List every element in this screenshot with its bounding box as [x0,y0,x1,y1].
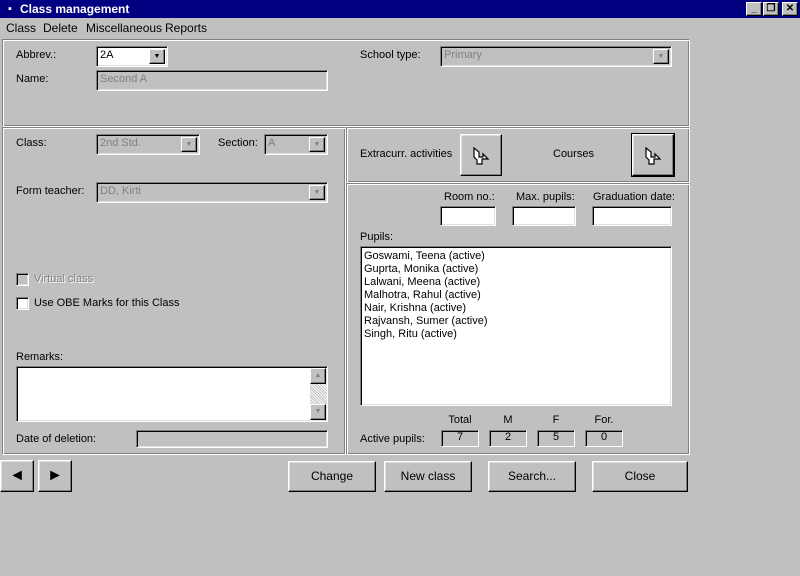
foreign-count: 0 [585,430,623,447]
close-button[interactable]: Close [592,461,688,492]
window-title: Class management [20,2,130,16]
room-no-label: Room no.: [444,191,495,203]
virtual-class-checkbox[interactable] [16,273,29,286]
close-window-button[interactable]: ✕ [782,2,798,16]
section-combo[interactable]: A ▼ [264,134,328,155]
chevron-down-icon[interactable]: ▼ [653,49,669,64]
max-pupils-field[interactable] [512,206,576,226]
name-field[interactable]: Second A [96,70,328,91]
courses-label: Courses [553,148,594,160]
pupils-label: Pupils: [360,231,394,243]
title-bar[interactable]: ▪ Class management _ ❐ ✕ [0,0,800,18]
chevron-down-icon[interactable]: ▼ [309,137,325,152]
list-item[interactable]: Goswami, Teena (active) [364,250,668,263]
name-label: Name: [16,73,49,85]
list-item[interactable]: Rajvansh, Sumer (active) [364,315,668,328]
remarks-scrollbar[interactable]: ▲ ▼ [310,368,326,420]
arrow-pointer-icon [473,146,490,165]
list-item[interactable]: Lalwani, Meena (active) [364,276,668,289]
arrow-pointer-icon [645,146,662,165]
male-header: M [503,414,513,426]
arrow-right-icon: ► [47,467,63,484]
school-type-value: Primary [444,49,482,61]
menu-delete[interactable]: Delete [43,21,78,35]
max-pupils-label: Max. pupils: [516,191,575,203]
chevron-down-icon[interactable]: ▼ [149,49,165,64]
extracurr-button[interactable] [460,134,502,176]
active-pupils-label: Active pupils: [360,433,425,445]
section-value: A [268,137,276,149]
menu-reports[interactable]: Reports [165,21,207,35]
abbrev-label: Abbrev.: [16,49,57,61]
school-type-combo[interactable]: Primary ▼ [440,46,672,67]
pupils-listbox[interactable]: Goswami, Teena (active) Guprta, Monika (… [360,246,672,406]
chevron-down-icon[interactable]: ▼ [309,185,325,200]
search-button[interactable]: Search... [488,461,576,492]
menu-miscellaneous[interactable]: Miscellaneous [86,21,162,35]
virtual-class-label: Virtual class [34,273,94,285]
change-button[interactable]: Change [288,461,376,492]
total-header: Total [448,414,472,426]
graduation-date-label: Graduation date: [593,191,675,203]
female-count: 5 [537,430,575,447]
room-no-field[interactable] [440,206,496,226]
remarks-textarea[interactable]: ▲ ▼ [16,366,328,422]
menu-class[interactable]: Class [6,21,36,35]
obe-marks-label: Use OBE Marks for this Class [34,297,180,309]
date-of-deletion-label: Date of deletion: [16,433,97,445]
obe-marks-checkbox[interactable] [16,297,29,310]
restore-button[interactable]: ❐ [763,2,779,16]
new-class-button[interactable]: New class [384,461,472,492]
foreign-header: For. [594,414,614,426]
form-teacher-label: Form teacher: [16,185,85,197]
list-item[interactable]: Malhotra, Rahul (active) [364,289,668,302]
minimize-button[interactable]: _ [746,2,762,16]
section-label: Section: [218,137,258,149]
date-of-deletion-field[interactable] [136,430,328,448]
total-count: 7 [441,430,479,447]
abbrev-combo[interactable]: 2A ▼ [96,46,168,67]
form-teacher-value: DD, Kirti [100,185,141,197]
scroll-up-icon[interactable]: ▲ [310,368,326,384]
menu-bar: Class Delete Miscellaneous Reports [0,18,800,38]
list-item[interactable]: Singh, Ritu (active) [364,328,668,341]
class-label: Class: [16,137,47,149]
next-record-button[interactable]: ► [38,460,72,492]
male-count: 2 [489,430,527,447]
courses-button[interactable] [631,133,675,177]
list-item[interactable]: Nair, Krishna (active) [364,302,668,315]
arrow-left-icon: ◄ [9,467,25,484]
graduation-date-field[interactable] [592,206,672,226]
chevron-down-icon[interactable]: ▼ [181,137,197,152]
remarks-label: Remarks: [16,351,64,363]
name-value: Second A [100,73,148,85]
prev-record-button[interactable]: ◄ [0,460,34,492]
school-type-label: School type: [360,49,421,61]
scroll-down-icon[interactable]: ▼ [310,404,326,420]
class-combo[interactable]: 2nd Std. ▼ [96,134,200,155]
extracurr-label: Extracurr. activities [360,148,453,160]
female-header: F [552,414,560,426]
abbrev-value: 2A [100,49,114,61]
form-teacher-combo[interactable]: DD, Kirti ▼ [96,182,328,203]
app-icon[interactable]: ▪ [3,2,17,16]
class-value: 2nd Std. [100,137,141,149]
list-item[interactable]: Guprta, Monika (active) [364,263,668,276]
